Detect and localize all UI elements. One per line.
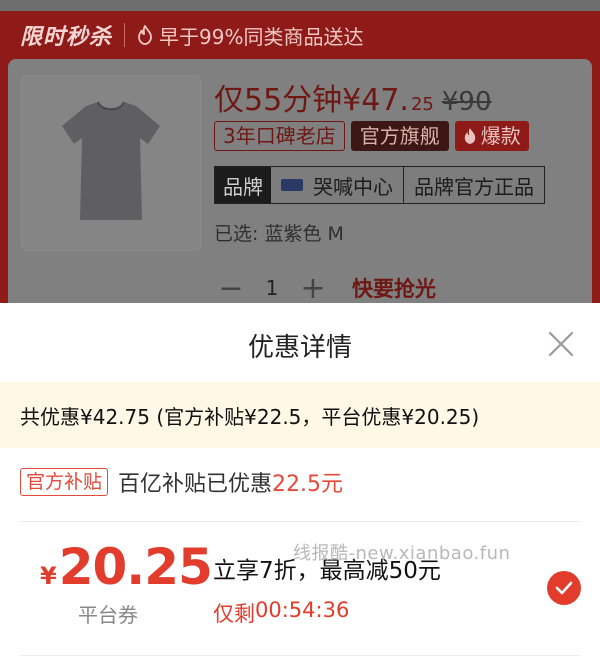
sheet-title: 优惠详情: [247, 333, 352, 363]
quantity-stepper: − 1 + 快要抢光: [214, 271, 436, 306]
divider: [124, 23, 126, 47]
brand-label: 品牌: [215, 167, 271, 203]
flash-price-cents: 25: [410, 94, 434, 115]
tag-official-store: 官方旗舰: [350, 121, 449, 151]
coupon-type: 平台券: [78, 603, 138, 627]
countdown-prefix: 仅剩: [213, 602, 255, 626]
price-line: 仅55分钟¥47. 25 ¥90: [214, 75, 492, 119]
check-icon: [555, 581, 573, 595]
tag-reputation: 3年口碑老店: [214, 121, 345, 151]
discount-summary: 共优惠¥42.75 (官方补贴¥22.5，平台优惠¥20.25): [0, 382, 600, 448]
coupon-countdown: 仅剩 00:54:36: [213, 598, 349, 628]
coupon-amount: 20.25: [58, 538, 213, 596]
original-price: ¥90: [441, 87, 492, 117]
coupon-selected-checkbox[interactable]: [547, 571, 581, 605]
subsidy-row: 官方补贴 百亿补贴已优惠22.5元: [20, 466, 343, 498]
flame-icon: [138, 25, 152, 45]
subsidy-tag: 官方补贴: [20, 468, 109, 496]
divider: [20, 521, 580, 522]
countdown-time: 00:54:36: [255, 598, 350, 622]
stock-hint: 快要抢光: [352, 277, 436, 301]
coupon-currency: ¥: [40, 562, 57, 590]
plus-button[interactable]: +: [296, 271, 330, 306]
flash-price: 仅55分钟¥47.: [214, 83, 409, 118]
selected-variant[interactable]: 已选: 蓝紫色 M: [214, 219, 344, 246]
product-card: 仅55分钟¥47. 25 ¥90 3年口碑老店 官方旗舰 爆款 品牌 哭喊中心 …: [8, 59, 592, 306]
subsidy-text-label: 百亿补贴已优惠: [118, 472, 273, 497]
watermark-text: 线报酷-new.xianbao.fun: [293, 543, 511, 564]
tshirt-image: [62, 101, 160, 220]
divider: [20, 655, 580, 656]
product-tags: 3年口碑老店 官方旗舰 爆款: [214, 121, 529, 151]
brand-name-text: 哭喊中心: [313, 174, 393, 199]
minus-button[interactable]: −: [214, 271, 248, 306]
flame-icon: [464, 128, 475, 144]
brand-logo: [281, 179, 303, 191]
brand-name: 哭喊中心: [271, 167, 404, 203]
close-icon[interactable]: [546, 329, 576, 359]
brand-row[interactable]: 品牌 哭喊中心 品牌官方正品: [214, 166, 545, 204]
brand-official-label: 品牌官方正品: [414, 174, 534, 199]
delivery-promise: 早于99%同类商品送达: [159, 24, 364, 49]
coupon-value: ¥ 20.25: [40, 538, 213, 596]
product-thumbnail[interactable]: [21, 75, 201, 251]
subsidy-text: 百亿补贴已优惠22.5元: [118, 466, 343, 498]
tag-hot-label: 爆款: [480, 124, 521, 148]
tag-hot: 爆款: [454, 121, 529, 151]
flash-sale-title: 限时秒杀: [20, 25, 113, 50]
subsidy-amount: 22.5元: [272, 472, 344, 497]
quantity-value[interactable]: 1: [262, 276, 282, 300]
discount-sheet: 优惠详情 共优惠¥42.75 (官方补贴¥22.5，平台优惠¥20.25) 官方…: [0, 303, 600, 667]
status-strip: [0, 0, 600, 11]
flash-sale-bar: 限时秒杀 早于99%同类商品送达: [0, 11, 600, 59]
